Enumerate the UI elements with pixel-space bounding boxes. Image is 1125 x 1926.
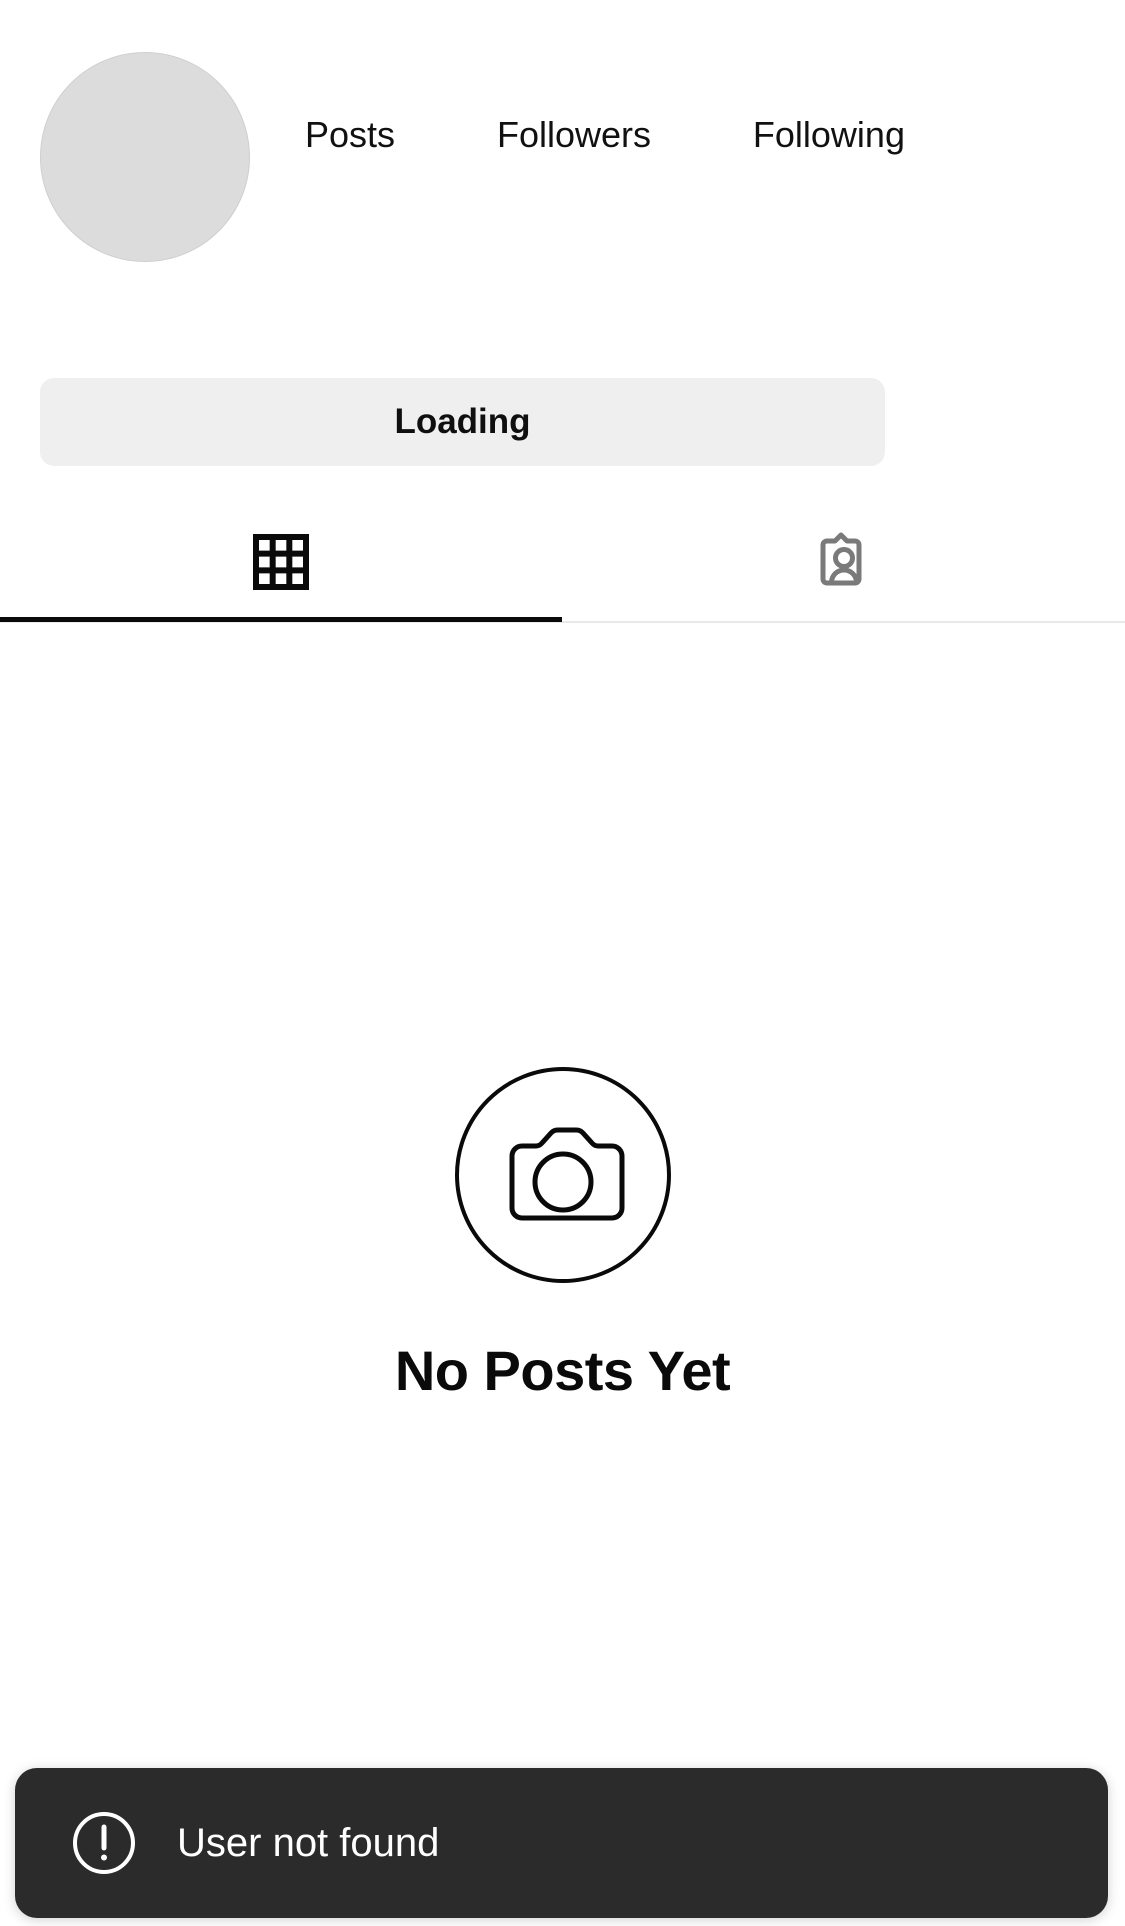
profile-tab-bar [0,500,1125,624]
profile-action-button[interactable]: Loading [40,378,885,466]
camera-in-circle-icon [448,1060,678,1290]
avatar[interactable] [40,52,250,262]
empty-state: No Posts Yet [0,1060,1125,1403]
toast-notification[interactable]: User not found [15,1768,1108,1918]
profile-header: Posts Followers Following [0,0,1125,300]
stat-following-label: Following [752,114,905,155]
tab-active-indicator [0,617,562,622]
tagged-person-icon [813,531,875,593]
stat-followers[interactable]: Followers [497,114,651,155]
tab-posts-grid[interactable] [0,500,563,624]
stat-posts-label: Posts [305,114,396,155]
toast-message: User not found [177,1821,440,1865]
alert-circle-icon [71,1810,137,1876]
stat-following[interactable]: Following [753,114,905,155]
stat-posts[interactable]: Posts [305,114,395,155]
profile-screen: Posts Followers Following Loading No Pos… [0,0,1125,1926]
grid-icon [253,534,310,590]
tab-tagged[interactable] [563,500,1125,624]
empty-state-title: No Posts Yet [394,1339,731,1402]
profile-stats: Posts Followers Following [305,114,905,155]
stat-followers-label: Followers [496,114,651,155]
